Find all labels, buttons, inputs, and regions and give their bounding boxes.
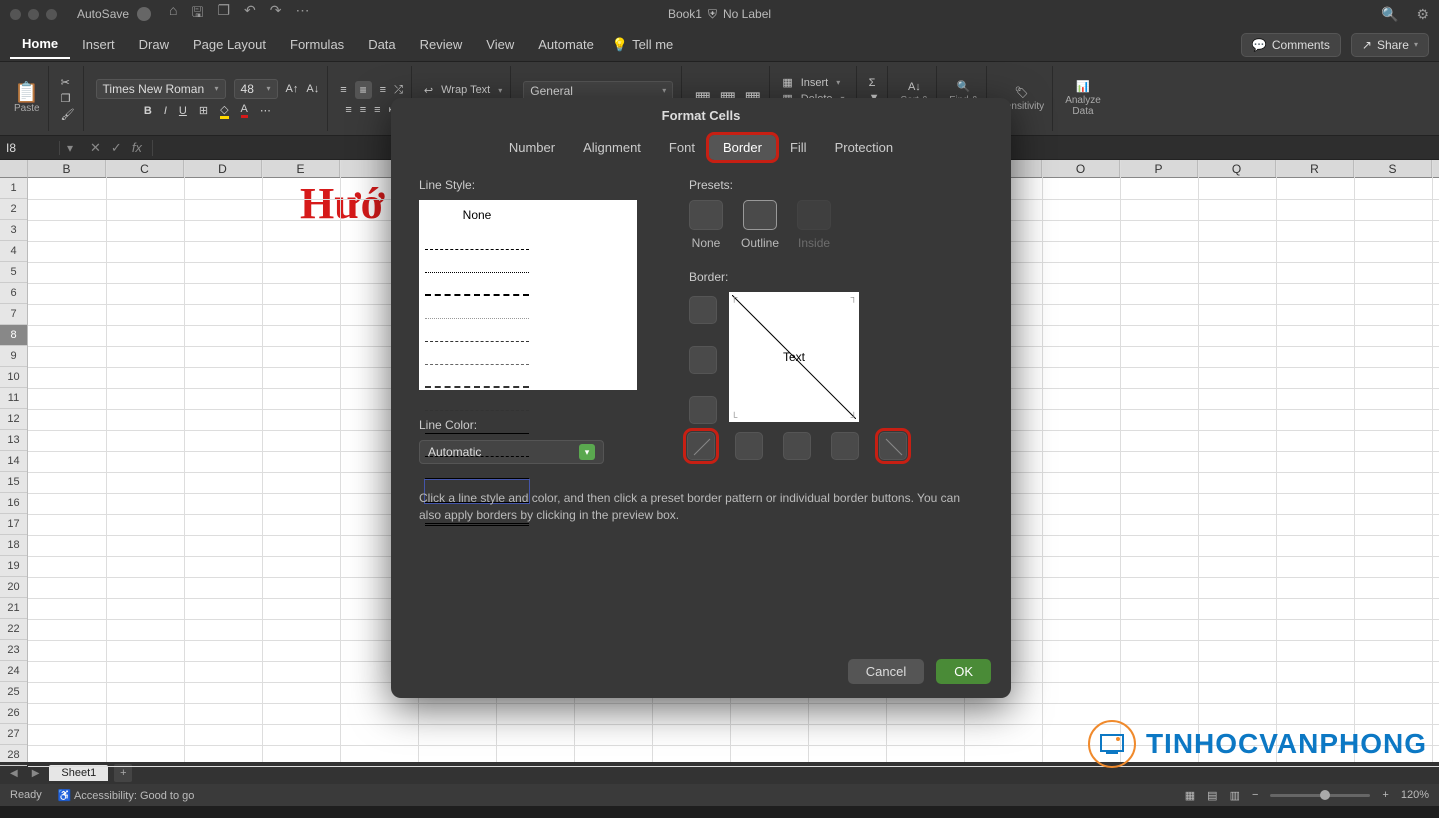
dlg-tab-font[interactable]: Font [655,135,709,160]
dlg-tab-border[interactable]: Border [709,135,776,160]
border-preview[interactable]: Text ┌ ┐ └ ┘ [729,292,859,422]
dialog-overlay: Format Cells Number Alignment Font Borde… [0,0,1439,818]
cancel-button[interactable]: Cancel [848,659,924,684]
format-cells-dialog: Format Cells Number Alignment Font Borde… [391,98,1011,698]
watermark: TINHOCVANPHONG [1088,720,1427,768]
border-diag-down-button[interactable] [879,432,907,460]
preset-outline[interactable]: Outline [741,200,779,250]
preset-inside: Inside [797,200,831,250]
presets-label: Presets: [689,178,983,192]
line-style-box[interactable]: None [419,200,637,390]
line-color-label: Line Color: [419,418,659,432]
watermark-logo-icon [1088,720,1136,768]
border-bottom-button[interactable] [689,396,717,424]
border-diag-up-button[interactable] [687,432,715,460]
line-style-label: Line Style: [419,178,659,192]
dialog-hint: Click a line style and color, and then c… [391,490,1011,525]
dlg-tab-number[interactable]: Number [495,135,569,160]
dlg-tab-alignment[interactable]: Alignment [569,135,655,160]
border-middle-button[interactable] [689,346,717,374]
border-top-button[interactable] [689,296,717,324]
watermark-text: TINHOCVANPHONG [1146,728,1427,760]
preset-none[interactable]: None [689,200,723,250]
dialog-tabs: Number Alignment Font Border Fill Protec… [391,135,1011,160]
border-label: Border: [689,270,983,284]
zoom-slider[interactable] [1270,794,1370,797]
dialog-title: Format Cells [391,98,1011,131]
border-left-button[interactable] [735,432,763,460]
ok-button[interactable]: OK [936,659,991,684]
border-center-button[interactable] [783,432,811,460]
border-right-button[interactable] [831,432,859,460]
dlg-tab-fill[interactable]: Fill [776,135,821,160]
dlg-tab-protection[interactable]: Protection [821,135,908,160]
